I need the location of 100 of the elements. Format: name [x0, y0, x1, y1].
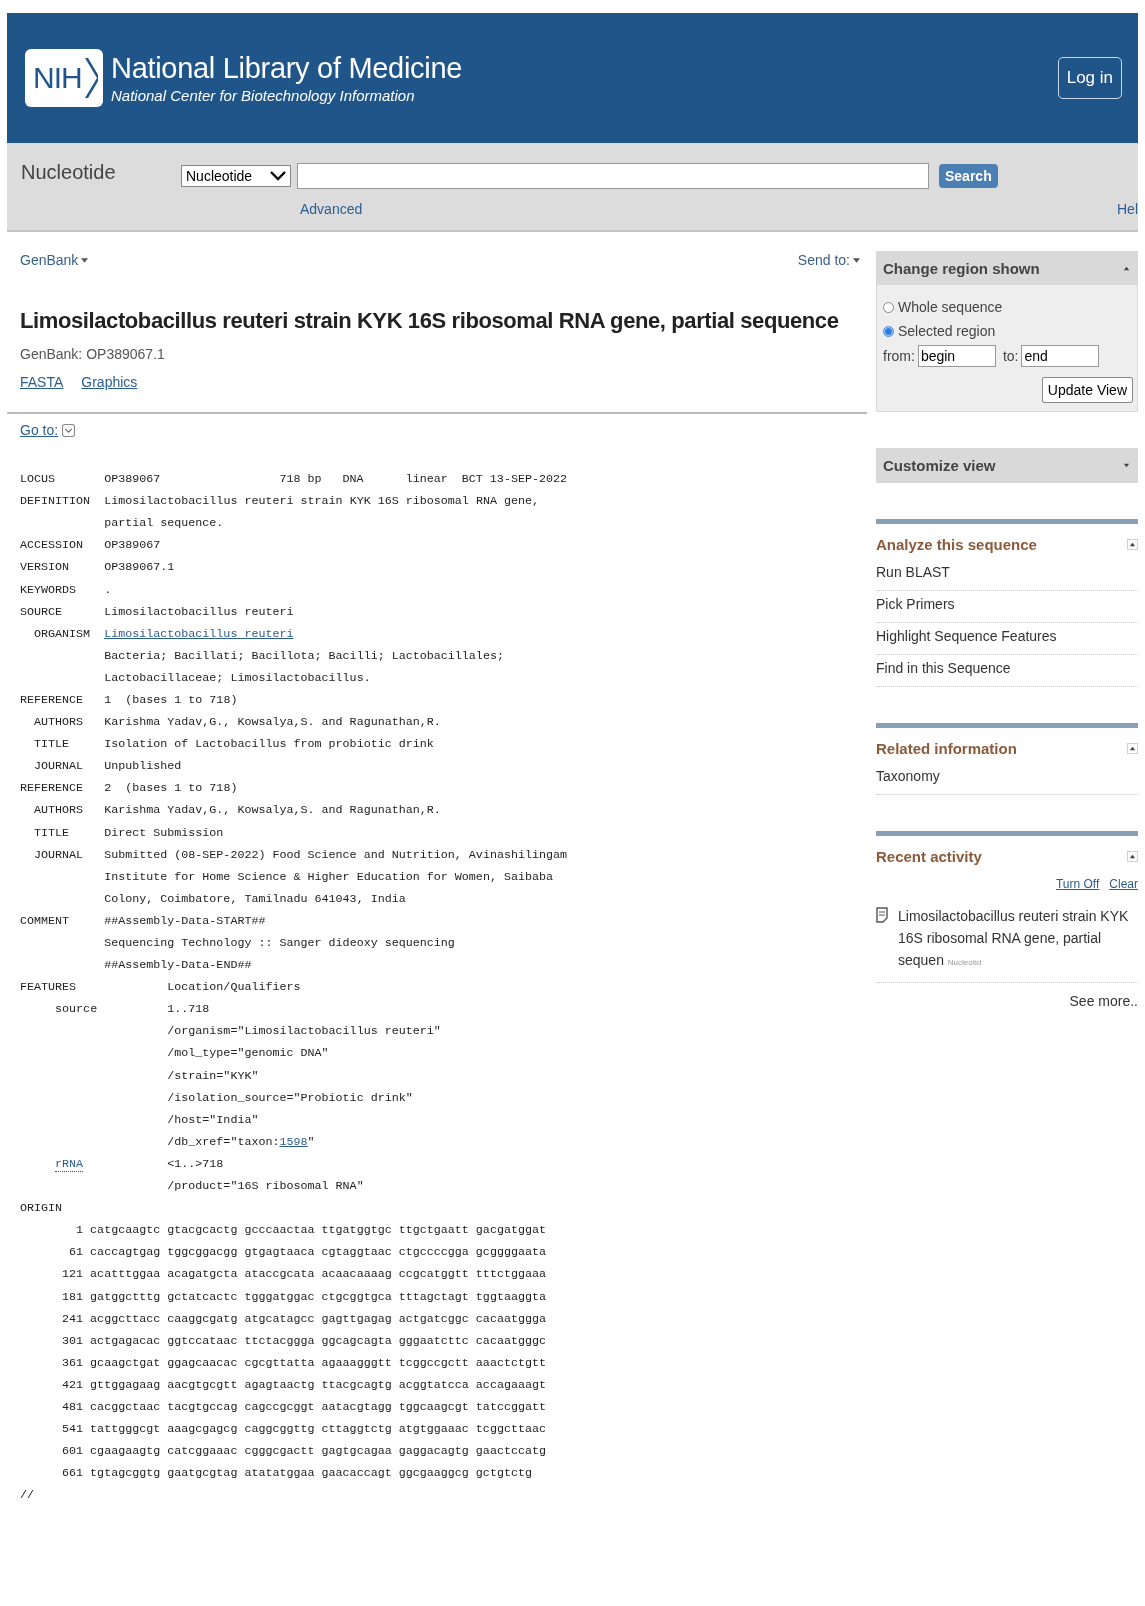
field-value: Institute for Home Science & Higher Education for Women, Saibaba	[104, 869, 553, 884]
from-field[interactable]: begin	[917, 345, 996, 367]
panel-title: Related information	[876, 740, 1017, 757]
field-value: Karishma Yadav,G., Kowsalya,S. and Ragunathan,R.	[104, 715, 441, 730]
sequence-text: tattgggcgt aaagcgagcg caggcggttg cttaggtctg atgtggaaac tcggcttaac	[90, 1422, 546, 1437]
feature-key: source	[55, 1002, 98, 1017]
collapse-icon[interactable]	[1127, 851, 1138, 862]
field-value: Colony, Coimbatore, Tamilnadu 641043, India	[104, 891, 406, 906]
record-end-mark: //	[20, 1488, 35, 1503]
field-value: Limosilactobacillus reuteri	[104, 604, 294, 619]
login-button[interactable]: Log in	[1057, 57, 1122, 99]
caret-icon	[81, 257, 89, 263]
field-value: Bacteria; Bacillati; Bacillota; Bacilli; Lactobacillales;	[104, 648, 504, 663]
sequence-position: 301	[61, 1333, 84, 1348]
go-to-link[interactable]: Go to:	[20, 422, 59, 438]
sequence-text: caccagtgag tggcggacgg gtgagtaaca cgtaggtaac ctgccccgga gcggggaata	[90, 1245, 546, 1260]
sequence-text: catgcaagtc gtacgcactg gcccaactaa ttgatggtgc ttgctgaatt gacgatggat	[90, 1223, 546, 1238]
history-action-link[interactable]: Turn Off	[1055, 877, 1100, 891]
field-label: ACCESSION	[20, 538, 84, 553]
radio-button[interactable]	[883, 325, 894, 337]
format-link[interactable]: FASTA	[20, 374, 64, 390]
search-button[interactable]: Search	[939, 164, 998, 188]
panel-title: Change region shown	[883, 260, 1040, 277]
collapse-icon[interactable]	[1127, 743, 1138, 754]
qualifier-text: 1..718	[167, 1002, 210, 1017]
sequence-text: tgtagcggtg gaatgcgtag atatatggaa gaacaccagt ggcgaaggcg gctgtctg	[90, 1466, 532, 1481]
sequence-text: acatttggaa acagatgcta ataccgcata acaacaaaag ccgcatggtt tttctggaaa	[90, 1267, 546, 1282]
record-title: Limosilactobacillus reuteri strain KYK 16S ribosomal RNA gene, partial sequence	[20, 308, 840, 334]
field-value: Submitted (08-SEP-2022) Food Science and Nutrition, Avinashilingam	[104, 847, 568, 862]
update-view-button[interactable]: Update View	[1041, 377, 1133, 403]
field-value: Limosilactobacillus reuteri strain KYK 16S ribosomal RNA gene,	[104, 494, 539, 509]
nih-logo[interactable]: NIH	[25, 49, 103, 107]
from-label: from:	[883, 348, 915, 364]
sequence-text: cgaagaagtg catcggaaac cgggcgactt gagtgcagaa gaggacagtg gaactccatg	[90, 1444, 546, 1459]
sequence-position: 361	[61, 1355, 84, 1370]
sequence-text: gttggagaag aacgtgcgtt agagtaactg ttacgcagtg acggtatcca accagaaagt	[90, 1377, 546, 1392]
search-field[interactable]	[297, 163, 929, 189]
qualifier-text: /host="India"	[167, 1112, 259, 1127]
database-select[interactable]: Nucleotide	[181, 165, 291, 187]
format-menu[interactable]: GenBank	[20, 252, 89, 268]
qualifier-text: /db_xref="taxon:1598"	[167, 1134, 315, 1149]
field-label: TITLE	[34, 825, 70, 840]
tool-link[interactable]: Highlight Sequence Features	[876, 623, 1138, 655]
field-value: 718 bp	[279, 472, 323, 487]
field-label: ORIGIN	[20, 1201, 64, 1216]
field-label: JOURNAL	[34, 847, 84, 862]
history-action-link[interactable]: Clear	[1109, 877, 1138, 891]
radio-button[interactable]	[883, 301, 894, 313]
field-value: OP389067.1	[104, 560, 175, 575]
field-value: 1 (bases 1 to 718)	[104, 693, 238, 707]
caret-icon	[270, 171, 286, 181]
advanced-link[interactable]: Advanced	[300, 201, 998, 217]
to-label: to:	[1002, 348, 1019, 364]
sequence-position: 61	[68, 1245, 84, 1260]
site-subtitle: National Center for Biotechnology Information	[111, 87, 416, 104]
sequence-position: 181	[61, 1289, 84, 1304]
field-value: DNA	[342, 472, 365, 487]
qualifier-text: /strain="KYK"	[167, 1068, 259, 1083]
caret-icon	[853, 257, 860, 263]
field-value: partial sequence.	[104, 516, 224, 531]
radio-label: Whole sequence	[898, 299, 1003, 315]
sequence-position: 1	[75, 1223, 84, 1238]
site-title: National Library of Medicine	[111, 52, 463, 85]
field-label: DEFINITION	[20, 494, 91, 509]
tool-link[interactable]: Run BLAST	[876, 559, 1138, 591]
field-value: Unpublished	[104, 759, 182, 774]
panel-title: Analyze this sequence	[876, 536, 1037, 553]
sequence-text: gatggctttg gctatcactc tgggatggac ctgcggtgca tttagctagt tggtaaggta	[90, 1289, 546, 1304]
field-label: LOCUS	[20, 472, 57, 487]
sequence-position: 541	[61, 1422, 84, 1437]
taxon-link[interactable]: 1598	[279, 1134, 308, 1149]
panel-title: Customize view	[883, 457, 996, 474]
qualifier-text: /organism="Limosilactobacillus reuteri"	[167, 1024, 441, 1039]
field-value: ##Assembly-Data-START##	[104, 913, 266, 928]
see-more-link[interactable]: See more..	[1069, 993, 1138, 1009]
tool-link[interactable]: Find in this Sequence	[876, 655, 1138, 687]
tool-link[interactable]: Pick Primers	[876, 591, 1138, 623]
database-tag: Nucleotid	[947, 958, 982, 967]
dropdown-icon[interactable]	[62, 423, 76, 437]
recent-item-link[interactable]: Limosilactobacillus reuteri strain KYK 16S ribosomal RNA gene, partial sequen Nucleotid	[898, 905, 1138, 974]
collapse-icon[interactable]	[1127, 539, 1138, 550]
sequence-text: acggcttacc caaggcgatg atgcatagcc gagttgagag actgatcggc cacaatggga	[90, 1311, 546, 1326]
format-link[interactable]: Graphics	[81, 374, 138, 390]
help-link[interactable]: Hel	[1117, 201, 1138, 217]
field-label: JOURNAL	[34, 759, 84, 774]
field-value: Direct Submission	[104, 825, 224, 840]
collapse-icon[interactable]	[1122, 264, 1131, 273]
field-label: FEATURES	[20, 980, 78, 995]
organism-link[interactable]: Limosilactobacillus reuteri	[104, 626, 294, 641]
related-link[interactable]: Taxonomy	[876, 763, 1138, 795]
qualifier-text: /isolation_source="Probiotic drink"	[167, 1090, 413, 1105]
database-label: Nucleotide	[20, 160, 117, 184]
feature-link[interactable]: rRNA	[55, 1156, 84, 1172]
to-field[interactable]: end	[1021, 345, 1100, 367]
sequence-position: 481	[61, 1400, 84, 1414]
field-value: Karishma Yadav,G., Kowsalya,S. and Ragunathan,R.	[104, 803, 441, 818]
field-value: OP389067	[104, 472, 162, 487]
expand-icon[interactable]	[1122, 461, 1131, 470]
field-value: linear	[405, 472, 449, 487]
send-to-menu[interactable]: Send to:	[797, 252, 860, 268]
